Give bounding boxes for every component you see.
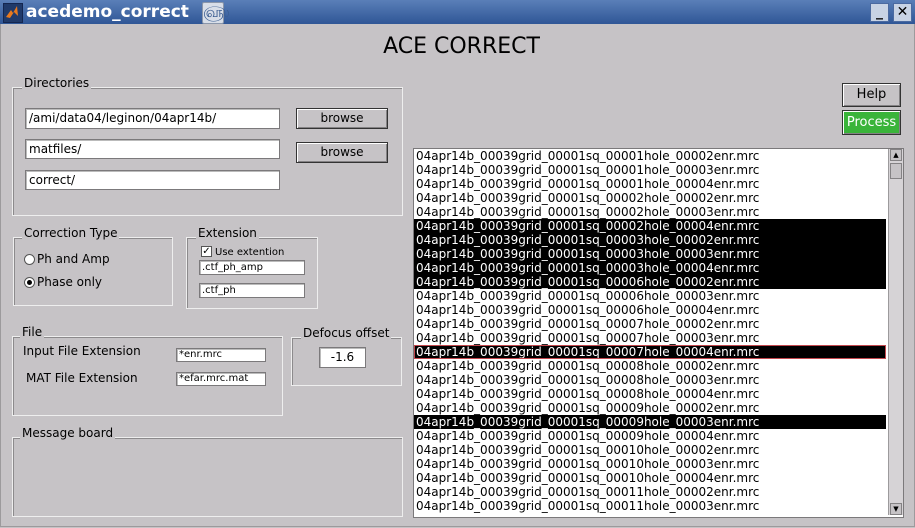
file-list-item[interactable]: 04apr14b_00039grid_00001sq_00009hole_000…: [414, 429, 886, 443]
help-button[interactable]: Help: [842, 83, 901, 107]
window-titlebar[interactable]: acedemo_correct ௵ _ ✕: [0, 0, 915, 25]
correction-type-group: [13, 237, 173, 306]
file-list-item[interactable]: 04apr14b_00039grid_00001sq_00008hole_000…: [414, 387, 886, 401]
use-extension-checkbox[interactable]: ✓: [201, 246, 212, 257]
file-list-item[interactable]: 04apr14b_00039grid_00001sq_00007hole_000…: [414, 345, 886, 359]
ph-amp-extension-field[interactable]: .ctf_ph_amp: [199, 260, 305, 275]
ph-extension-field[interactable]: .ctf_ph: [199, 283, 305, 298]
matlab-logo-icon[interactable]: [3, 3, 23, 23]
input-file-extension-label: Input File Extension: [23, 344, 141, 358]
file-list-item[interactable]: 04apr14b_00039grid_00001sq_00001hole_000…: [414, 177, 886, 191]
scroll-up-arrow-icon[interactable]: ▲: [890, 149, 902, 161]
file-list-item[interactable]: 04apr14b_00039grid_00001sq_00006hole_000…: [414, 275, 886, 289]
file-list-item[interactable]: 04apr14b_00039grid_00001sq_00007hole_000…: [414, 331, 886, 345]
directories-legend: Directories: [22, 76, 92, 90]
file-list-item[interactable]: 04apr14b_00039grid_00001sq_00006hole_000…: [414, 289, 886, 303]
file-list-item[interactable]: 04apr14b_00039grid_00001sq_00003hole_000…: [414, 233, 886, 247]
file-list: 04apr14b_00039grid_00001sq_00001hole_000…: [414, 149, 886, 513]
phase-only-label: Phase only: [37, 275, 103, 289]
window-title: acedemo_correct: [26, 2, 189, 22]
phase-only-radio[interactable]: [24, 277, 35, 288]
file-list-item[interactable]: 04apr14b_00039grid_00001sq_00009hole_000…: [414, 415, 886, 429]
input-file-extension-field[interactable]: *enr.mrc: [176, 348, 266, 362]
process-button[interactable]: Process: [842, 110, 901, 135]
mat-directory-field[interactable]: matfiles/: [25, 139, 280, 159]
file-list-item[interactable]: 04apr14b_00039grid_00001sq_00011hole_000…: [414, 499, 886, 513]
correction-type-legend: Correction Type: [22, 226, 120, 240]
file-list-item[interactable]: 04apr14b_00039grid_00001sq_00003hole_000…: [414, 247, 886, 261]
list-scrollbar[interactable]: ▲ ▼: [888, 149, 903, 515]
file-legend: File: [20, 325, 45, 339]
file-listbox[interactable]: 04apr14b_00039grid_00001sq_00001hole_000…: [413, 148, 904, 518]
defocus-offset-legend: Defocus offset: [301, 326, 392, 340]
file-list-item[interactable]: 04apr14b_00039grid_00001sq_00002hole_000…: [414, 191, 886, 205]
mat-file-extension-field[interactable]: *efar.mrc.mat: [176, 372, 266, 386]
close-button[interactable]: ✕: [893, 3, 912, 22]
file-list-item[interactable]: 04apr14b_00039grid_00001sq_00006hole_000…: [414, 303, 886, 317]
extension-legend: Extension: [196, 226, 259, 240]
file-list-item[interactable]: 04apr14b_00039grid_00001sq_00001hole_000…: [414, 163, 886, 177]
file-list-item[interactable]: 04apr14b_00039grid_00001sq_00008hole_000…: [414, 373, 886, 387]
use-extension-label: Use extention: [215, 247, 285, 258]
file-list-item[interactable]: 04apr14b_00039grid_00001sq_00010hole_000…: [414, 471, 886, 485]
file-list-item[interactable]: 04apr14b_00039grid_00001sq_00011hole_000…: [414, 485, 886, 499]
file-list-item[interactable]: 04apr14b_00039grid_00001sq_00001hole_000…: [414, 149, 886, 163]
file-list-item[interactable]: 04apr14b_00039grid_00001sq_00008hole_000…: [414, 359, 886, 373]
file-list-item[interactable]: 04apr14b_00039grid_00001sq_00002hole_000…: [414, 219, 886, 233]
image-directory-field[interactable]: /ami/data04/leginon/04apr14b/: [25, 108, 280, 129]
scroll-thumb[interactable]: [890, 163, 902, 179]
file-list-item[interactable]: 04apr14b_00039grid_00001sq_00002hole_000…: [414, 205, 886, 219]
ph-and-amp-label: Ph and Amp: [37, 252, 110, 266]
page-title: ACE CORRECT: [383, 34, 540, 59]
message-board: [12, 437, 403, 517]
browse-image-dir-button[interactable]: browse: [296, 108, 388, 129]
output-directory-field[interactable]: correct/: [25, 170, 280, 190]
file-list-item[interactable]: 04apr14b_00039grid_00001sq_00003hole_000…: [414, 261, 886, 275]
file-list-item[interactable]: 04apr14b_00039grid_00001sq_00007hole_000…: [414, 317, 886, 331]
scroll-down-arrow-icon[interactable]: ▼: [890, 503, 902, 515]
file-list-item[interactable]: 04apr14b_00039grid_00001sq_00009hole_000…: [414, 401, 886, 415]
window-menu-icon[interactable]: ௵: [202, 2, 229, 24]
defocus-offset-field[interactable]: -1.6: [319, 347, 366, 368]
file-list-item[interactable]: 04apr14b_00039grid_00001sq_00010hole_000…: [414, 457, 886, 471]
message-board-legend: Message board: [20, 426, 116, 440]
minimize-button[interactable]: _: [870, 3, 889, 22]
mat-file-extension-label: MAT File Extension: [26, 371, 138, 385]
ph-and-amp-radio[interactable]: [24, 254, 35, 265]
file-list-item[interactable]: 04apr14b_00039grid_00001sq_00010hole_000…: [414, 443, 886, 457]
browse-mat-dir-button[interactable]: browse: [296, 142, 388, 163]
